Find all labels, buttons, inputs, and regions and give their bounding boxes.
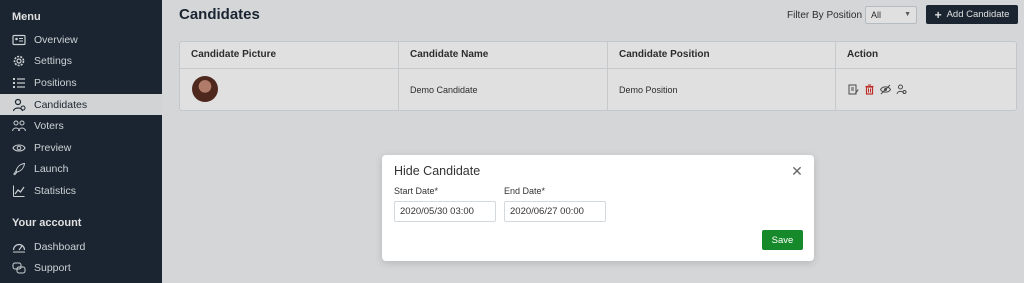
start-date-label: Start Date* <box>394 186 439 196</box>
save-button[interactable]: Save <box>762 230 803 250</box>
end-date-input[interactable]: 2020/06/27 00:00 <box>504 201 606 222</box>
modal-title: Hide Candidate <box>394 164 481 178</box>
end-date-label: End Date* <box>504 186 546 196</box>
close-icon[interactable]: ✕ <box>790 164 804 178</box>
hide-candidate-modal: Hide Candidate ✕ Start Date* 2020/05/30 … <box>382 155 814 261</box>
start-date-input[interactable]: 2020/05/30 03:00 <box>394 201 496 222</box>
